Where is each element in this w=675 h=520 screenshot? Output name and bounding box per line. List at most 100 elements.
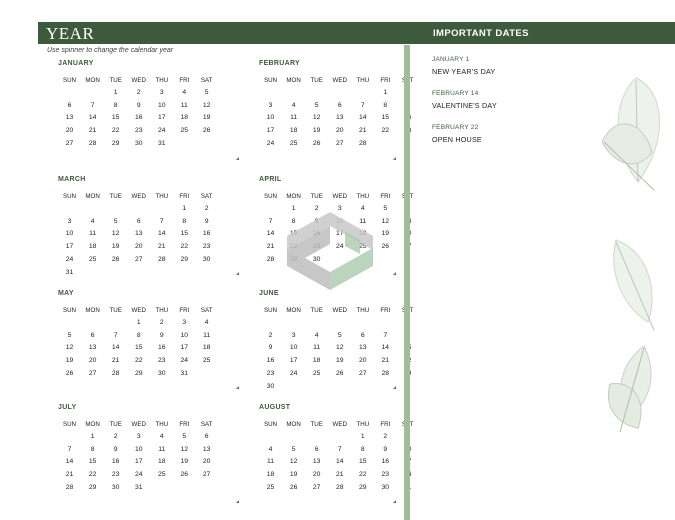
day-cell[interactable]: 17 — [173, 342, 195, 355]
day-cell[interactable]: 18 — [150, 456, 173, 469]
day-cell[interactable]: 6 — [328, 99, 351, 112]
day-cell[interactable]: 19 — [58, 354, 81, 367]
day-cell[interactable]: 16 — [374, 456, 396, 469]
day-cell[interactable]: 5 — [195, 86, 218, 99]
day-cell[interactable]: 2 — [104, 430, 127, 443]
day-cell[interactable] — [195, 481, 218, 494]
day-cell[interactable]: 22 — [104, 124, 127, 137]
day-cell[interactable]: 1 — [351, 430, 374, 443]
day-cell[interactable]: 21 — [58, 468, 81, 481]
day-cell[interactable]: 22 — [173, 240, 195, 253]
day-cell[interactable]: 21 — [81, 124, 104, 137]
day-cell[interactable]: 21 — [150, 240, 173, 253]
day-cell[interactable]: 1 — [104, 86, 127, 99]
day-cell[interactable] — [173, 494, 195, 507]
day-cell[interactable]: 23 — [150, 354, 173, 367]
day-cell[interactable]: 20 — [127, 240, 150, 253]
day-cell[interactable] — [81, 150, 104, 163]
day-cell[interactable] — [195, 266, 218, 279]
day-cell[interactable] — [127, 202, 150, 215]
day-cell[interactable]: 6 — [127, 215, 150, 228]
day-cell[interactable]: 18 — [305, 354, 328, 367]
day-cell[interactable]: 25 — [173, 124, 195, 137]
day-cell[interactable] — [173, 150, 195, 163]
day-cell[interactable]: 6 — [305, 443, 328, 456]
day-cell[interactable]: 5 — [305, 99, 328, 112]
day-cell[interactable]: 13 — [81, 342, 104, 355]
day-cell[interactable]: 4 — [81, 215, 104, 228]
day-cell[interactable]: 27 — [328, 137, 351, 150]
day-cell[interactable]: 26 — [58, 367, 81, 380]
day-cell[interactable]: 28 — [351, 137, 374, 150]
day-cell[interactable]: 22 — [374, 124, 396, 137]
day-cell[interactable] — [259, 430, 282, 443]
day-cell[interactable]: 1 — [81, 430, 104, 443]
day-cell[interactable]: 25 — [150, 468, 173, 481]
day-cell[interactable]: 17 — [259, 124, 282, 137]
day-cell[interactable]: 26 — [374, 240, 396, 253]
day-cell[interactable] — [259, 494, 282, 507]
day-cell[interactable]: 13 — [195, 443, 218, 456]
day-cell[interactable]: 29 — [81, 481, 104, 494]
day-cell[interactable]: 2 — [195, 202, 218, 215]
day-cell[interactable]: 4 — [259, 443, 282, 456]
day-cell[interactable]: 16 — [104, 456, 127, 469]
day-cell[interactable]: 8 — [127, 329, 150, 342]
day-cell[interactable]: 6 — [351, 329, 374, 342]
day-cell[interactable] — [195, 494, 218, 507]
day-cell[interactable]: 6 — [81, 329, 104, 342]
day-cell[interactable]: 31 — [127, 481, 150, 494]
day-cell[interactable]: 17 — [127, 456, 150, 469]
day-cell[interactable]: 27 — [58, 137, 81, 150]
day-cell[interactable] — [195, 367, 218, 380]
day-cell[interactable] — [351, 86, 374, 99]
cell-resize-handle[interactable] — [393, 157, 396, 160]
day-cell[interactable] — [282, 150, 305, 163]
day-cell[interactable]: 15 — [104, 112, 127, 125]
day-cell[interactable]: 21 — [374, 354, 396, 367]
day-cell[interactable]: 9 — [127, 99, 150, 112]
day-cell[interactable]: 28 — [58, 481, 81, 494]
day-cell[interactable]: 24 — [58, 253, 81, 266]
day-cell[interactable] — [282, 494, 305, 507]
day-cell[interactable] — [282, 430, 305, 443]
day-cell[interactable]: 12 — [58, 342, 81, 355]
cell-resize-handle[interactable] — [236, 386, 239, 389]
day-cell[interactable]: 16 — [150, 342, 173, 355]
day-cell[interactable]: 5 — [173, 430, 195, 443]
cell-resize-handle[interactable] — [393, 272, 396, 275]
day-cell[interactable] — [195, 137, 218, 150]
day-cell[interactable] — [81, 202, 104, 215]
day-cell[interactable]: 16 — [195, 228, 218, 241]
day-cell[interactable] — [81, 86, 104, 99]
day-cell[interactable]: 21 — [351, 124, 374, 137]
day-cell[interactable]: 4 — [282, 99, 305, 112]
day-cell[interactable]: 23 — [127, 124, 150, 137]
day-cell[interactable]: 20 — [195, 456, 218, 469]
day-cell[interactable] — [150, 481, 173, 494]
day-cell[interactable] — [282, 380, 305, 393]
day-cell[interactable]: 27 — [305, 481, 328, 494]
day-cell[interactable]: 7 — [81, 99, 104, 112]
day-cell[interactable]: 8 — [173, 215, 195, 228]
day-cell[interactable]: 14 — [58, 456, 81, 469]
day-cell[interactable]: 30 — [195, 253, 218, 266]
day-cell[interactable]: 9 — [195, 215, 218, 228]
day-cell[interactable]: 11 — [282, 112, 305, 125]
day-cell[interactable]: 3 — [259, 99, 282, 112]
day-cell[interactable] — [374, 137, 396, 150]
day-cell[interactable]: 19 — [305, 124, 328, 137]
day-cell[interactable] — [58, 202, 81, 215]
day-cell[interactable]: 20 — [58, 124, 81, 137]
day-cell[interactable]: 8 — [374, 99, 396, 112]
day-cell[interactable]: 10 — [173, 329, 195, 342]
day-cell[interactable] — [127, 150, 150, 163]
day-cell[interactable] — [104, 380, 127, 393]
day-cell[interactable]: 26 — [173, 468, 195, 481]
day-cell[interactable]: 15 — [81, 456, 104, 469]
day-cell[interactable]: 22 — [351, 468, 374, 481]
day-cell[interactable] — [351, 150, 374, 163]
day-cell[interactable] — [81, 380, 104, 393]
day-cell[interactable]: 18 — [173, 112, 195, 125]
day-cell[interactable]: 13 — [127, 228, 150, 241]
